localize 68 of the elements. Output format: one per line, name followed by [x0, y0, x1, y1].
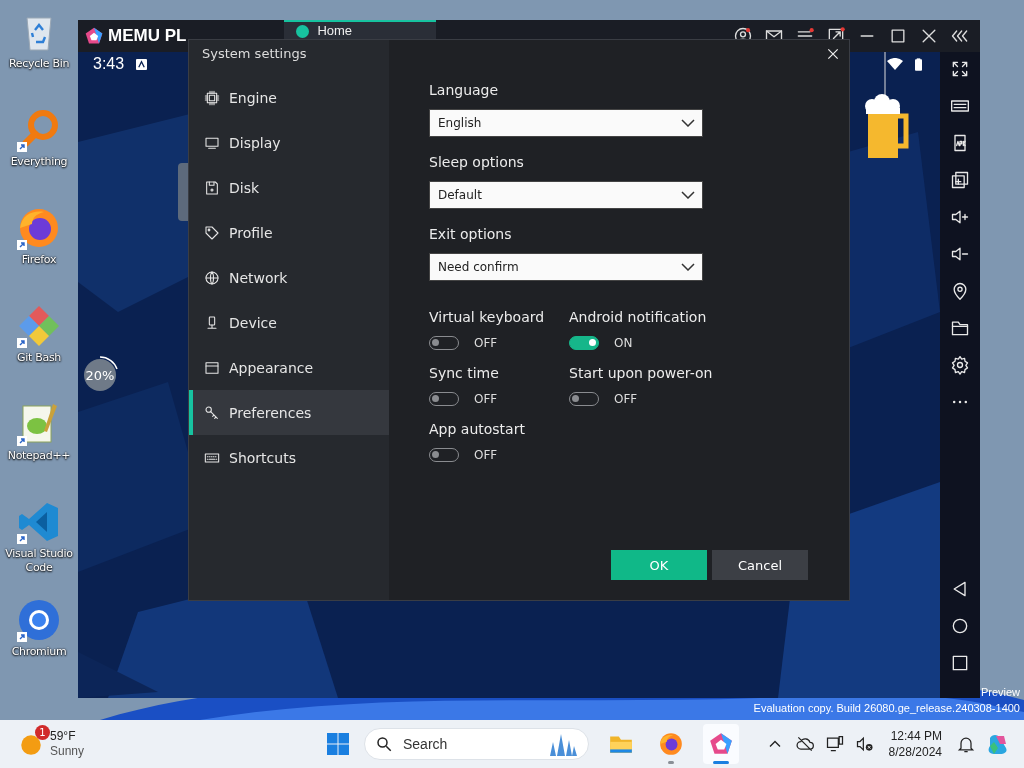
fox-globe-icon[interactable]: [658, 731, 684, 757]
cancel-button[interactable]: Cancel: [712, 550, 808, 580]
chevron-down-icon: [681, 263, 695, 271]
dropdown[interactable]: English: [429, 109, 703, 137]
progress-ring-icon: [99, 356, 118, 370]
chevron-down-icon: [681, 191, 695, 199]
status-time: 3:43: [93, 55, 125, 73]
toggle-state: OFF: [614, 392, 638, 406]
field-label: Exit options: [429, 225, 513, 243]
toggle-label: Start upon power-on: [569, 364, 714, 382]
pentagon-logo-icon: [84, 26, 104, 46]
toggle-label: Virtual keyboard: [429, 308, 546, 326]
start-icon[interactable]: [326, 732, 350, 756]
globe-icon: [204, 269, 220, 286]
clock-date[interactable]: 8/28/2024: [888, 744, 942, 760]
sidebar-item[interactable]: Preferences: [189, 390, 389, 435]
sidebar-item[interactable]: Disk: [189, 165, 389, 210]
tiles-icon[interactable]: [17, 304, 61, 348]
chevron-down-icon: [681, 119, 695, 127]
field-label: Sleep options: [429, 153, 525, 171]
chip-icon: [204, 89, 220, 106]
sidebar-item[interactable]: Network: [189, 255, 389, 300]
toggle-state: OFF: [474, 392, 498, 406]
app-logo-text: MEMU PL: [108, 26, 187, 46]
wrench-icon: [204, 404, 220, 421]
fox-globe-icon[interactable]: [17, 206, 61, 250]
sidebar-item[interactable]: Device: [189, 300, 389, 345]
monitor-icon[interactable]: [824, 734, 845, 754]
tag-icon: [204, 224, 220, 241]
weather-condition: Sunny: [50, 744, 85, 759]
toggle-label: Android notification: [569, 308, 708, 326]
window-icon: [204, 359, 220, 376]
sidebar-item[interactable]: Engine: [189, 75, 389, 120]
search-bar[interactable]: Search: [364, 728, 589, 760]
cloud-off-icon[interactable]: [794, 734, 815, 754]
dialog-title: System settings: [201, 45, 308, 63]
field-label: Language: [429, 81, 500, 99]
battery-icon: [915, 57, 922, 71]
toggle-state: OFF: [474, 336, 498, 350]
toggle-label: Sync time: [429, 364, 500, 382]
search-icon: [375, 735, 393, 753]
pentagon-icon[interactable]: [708, 731, 734, 757]
sidebar-item[interactable]: Shortcuts: [189, 435, 389, 480]
search-field[interactable]: Search: [401, 735, 525, 753]
home-tab[interactable]: Home: [284, 20, 437, 40]
toggle-switch[interactable]: [569, 336, 599, 350]
browser-icon[interactable]: [17, 598, 61, 642]
toggle-label: App autostart: [429, 420, 526, 438]
add-window-icon[interactable]: [950, 169, 970, 191]
toggle-state: ON: [614, 336, 633, 350]
watermark-text: Evaluation copy. Build 26080.ge_release.240308-1400: [753, 701, 1020, 716]
close-icon[interactable]: [825, 46, 841, 62]
code-editor-icon[interactable]: [17, 500, 61, 544]
stand-icon: [204, 314, 220, 331]
clock-time[interactable]: 12:44 PM: [890, 728, 942, 744]
sidebar-item[interactable]: Profile: [189, 210, 389, 255]
dropdown[interactable]: Need confirm: [429, 253, 703, 281]
temperature: 59°F: [50, 729, 77, 744]
sidebar-item[interactable]: Appearance: [189, 345, 389, 390]
notification-icon: [136, 58, 148, 70]
toggle-state: OFF: [474, 448, 498, 462]
sidebar-item[interactable]: Display: [189, 120, 389, 165]
settings-icon[interactable]: [950, 354, 970, 376]
notification-badge: 1: [35, 725, 50, 740]
watermark-text: Preview: [980, 685, 1020, 700]
speaker-muted-icon[interactable]: [854, 734, 875, 754]
wifi-icon: [887, 58, 903, 70]
dropdown[interactable]: Default: [429, 181, 703, 209]
